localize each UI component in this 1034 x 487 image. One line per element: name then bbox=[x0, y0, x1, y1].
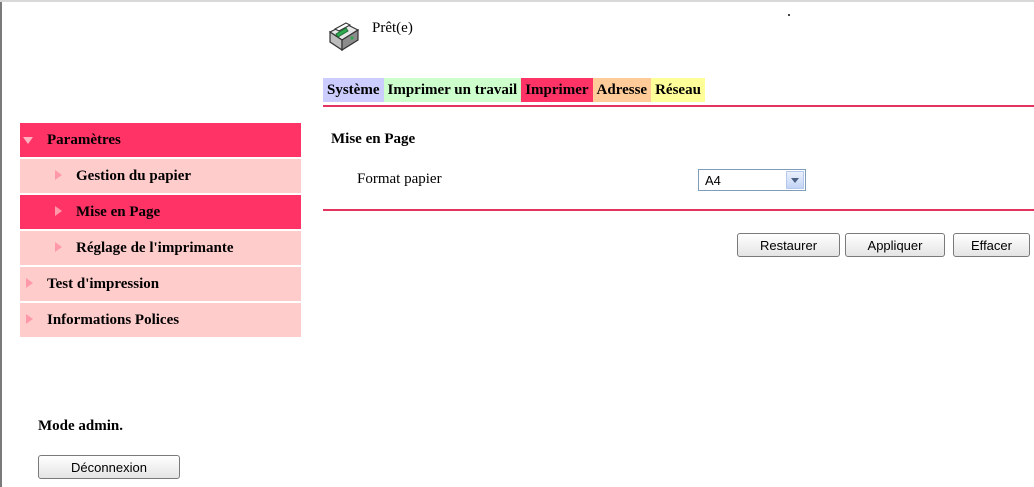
sidebar-item-mise-en-page[interactable]: Mise en Page bbox=[20, 195, 301, 231]
tab-systeme[interactable]: Système bbox=[323, 78, 384, 102]
printer-icon bbox=[326, 18, 362, 52]
tab-imprimer-un-travail[interactable]: Imprimer un travail bbox=[383, 78, 522, 102]
paper-size-select[interactable]: A4 bbox=[698, 169, 806, 191]
sidebar-item-label: Gestion du papier bbox=[76, 167, 192, 184]
admin-mode-label: Mode admin. bbox=[38, 418, 124, 434]
decorative-dot bbox=[788, 14, 790, 16]
sidebar-item-informations-polices[interactable]: Informations Polices bbox=[20, 303, 301, 339]
sidebar-item-label: Réglage de l'imprimante bbox=[76, 239, 234, 256]
window-left-border bbox=[0, 0, 5, 487]
chevron-down-icon bbox=[23, 132, 33, 149]
chevron-right-icon bbox=[55, 240, 62, 257]
clear-button[interactable]: Effacer bbox=[953, 233, 1030, 257]
sidebar-item-test-impression[interactable]: Test d'impression bbox=[20, 267, 301, 303]
tab-reseau[interactable]: Réseau bbox=[651, 78, 705, 102]
sidebar-item-gestion-du-papier[interactable]: Gestion du papier bbox=[20, 159, 301, 195]
sidebar-item-label: Mise en Page bbox=[76, 203, 161, 220]
sidebar-item-label: Informations Polices bbox=[47, 311, 180, 328]
chevron-right-icon bbox=[26, 276, 33, 293]
paper-size-label: Format papier bbox=[357, 171, 442, 187]
chevron-right-icon bbox=[26, 312, 33, 329]
sidebar-item-label: Test d'impression bbox=[47, 275, 160, 292]
page-title: Mise en Page bbox=[331, 131, 416, 147]
content-divider bbox=[323, 209, 1034, 211]
window-top-border bbox=[0, 0, 1034, 2]
tab-adresse[interactable]: Adresse bbox=[592, 78, 652, 102]
chevron-down-icon[interactable] bbox=[786, 171, 804, 189]
tab-imprimer[interactable]: Imprimer bbox=[521, 78, 593, 102]
chevron-right-icon bbox=[55, 204, 62, 221]
chevron-right-icon bbox=[55, 168, 62, 185]
main-tabs: Système Imprimer un travail Imprimer Adr… bbox=[323, 78, 705, 102]
sidebar-item-parametres[interactable]: Paramètres bbox=[20, 123, 301, 159]
printer-status-text: Prêt(e) bbox=[372, 20, 413, 36]
tabs-divider bbox=[323, 105, 1034, 107]
sidebar: Paramètres Gestion du papier Mise en Pag… bbox=[20, 123, 301, 339]
apply-button[interactable]: Appliquer bbox=[845, 233, 945, 257]
restore-button[interactable]: Restaurer bbox=[737, 233, 840, 257]
sidebar-item-reglage-imprimante[interactable]: Réglage de l'imprimante bbox=[20, 231, 301, 267]
sidebar-item-label: Paramètres bbox=[47, 131, 121, 148]
status-area: Prêt(e) bbox=[326, 18, 413, 54]
paper-size-value: A4 bbox=[705, 173, 721, 188]
logout-button[interactable]: Déconnexion bbox=[38, 455, 180, 479]
